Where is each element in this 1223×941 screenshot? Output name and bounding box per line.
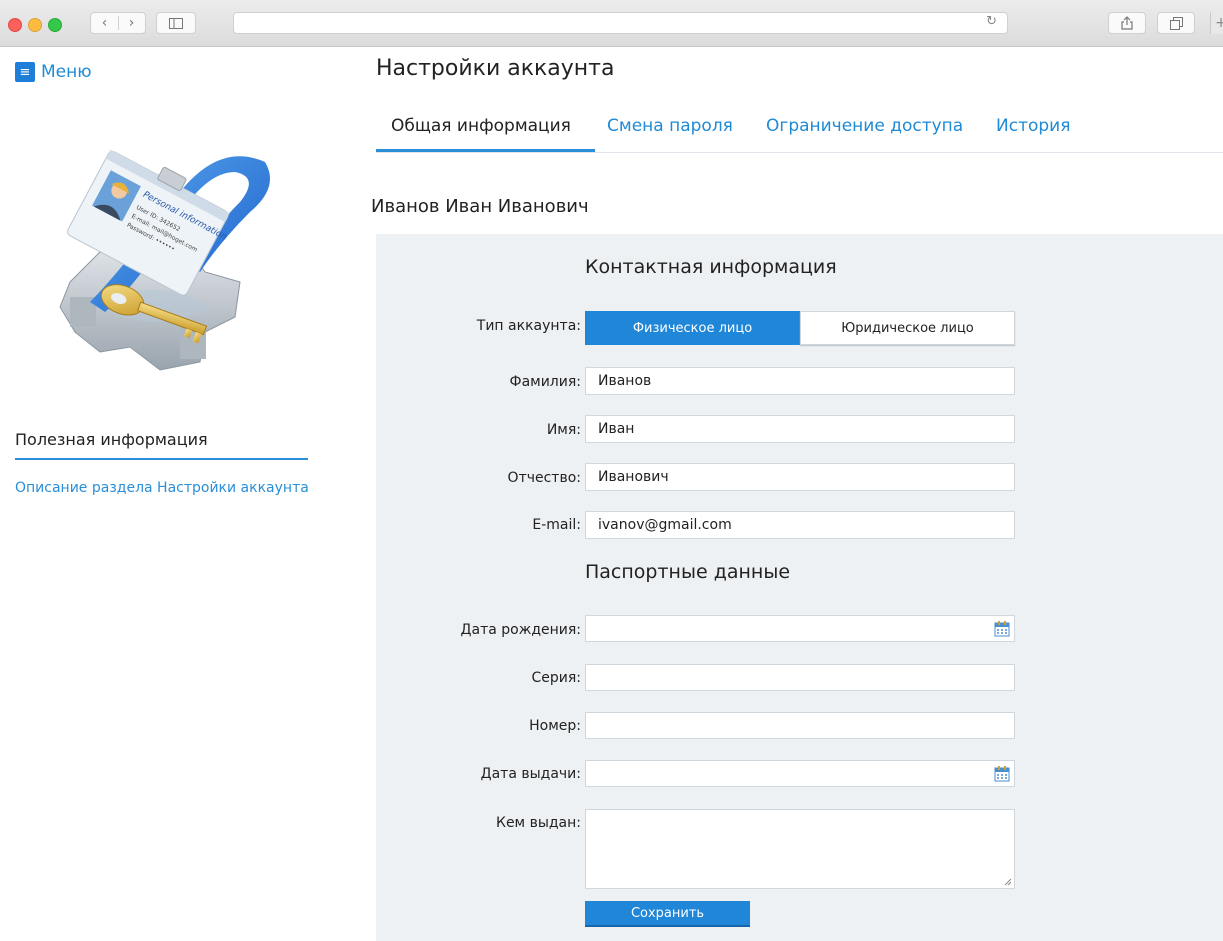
tab-access-restriction[interactable]: Ограничение доступа: [766, 116, 963, 136]
birth-date-label: Дата рождения:: [460, 622, 581, 638]
zoom-window-button[interactable]: [48, 18, 62, 32]
issued-by-label: Кем выдан:: [496, 815, 581, 831]
address-bar[interactable]: ↻: [233, 12, 1008, 34]
contact-section-title: Контактная информация: [585, 256, 837, 278]
reload-icon[interactable]: ↻: [986, 14, 997, 29]
useful-info-title: Полезная информация: [15, 430, 208, 449]
minimize-window-button[interactable]: [28, 18, 42, 32]
patronymic-label: Отчество:: [507, 470, 581, 486]
section-description-link[interactable]: Описание раздела Настройки аккаунта: [15, 480, 309, 496]
last-name-field[interactable]: Иванов: [585, 367, 1015, 395]
sidebar-toggle-button[interactable]: [156, 12, 196, 34]
issue-date-field[interactable]: [585, 760, 1015, 787]
passport-number-field[interactable]: [585, 712, 1015, 739]
history-nav: ‹ ›: [90, 12, 146, 34]
tab-general-info[interactable]: Общая информация: [391, 116, 571, 136]
account-type-legal-entity-button[interactable]: Юридическое лицо: [800, 311, 1015, 345]
email-field[interactable]: ivanov@gmail.com: [585, 511, 1015, 539]
page-title: Настройки аккаунта: [376, 56, 615, 81]
menu-label: Меню: [41, 62, 92, 82]
share-button[interactable]: [1108, 12, 1146, 34]
calendar-icon[interactable]: [994, 621, 1010, 637]
series-label: Серия:: [531, 670, 581, 686]
passport-series-field[interactable]: [585, 664, 1015, 691]
tabs-icon: [1169, 16, 1183, 30]
show-tabs-button[interactable]: [1157, 12, 1195, 34]
active-tab-indicator: [376, 149, 595, 152]
number-label: Номер:: [529, 718, 581, 734]
issued-by-textarea[interactable]: [585, 809, 1015, 889]
birth-date-field[interactable]: [585, 615, 1015, 642]
settings-tabs: Общая информация Смена пароля Ограничени…: [376, 110, 1223, 153]
close-window-button[interactable]: [8, 18, 22, 32]
account-type-individual-button[interactable]: Физическое лицо: [585, 311, 800, 345]
save-button[interactable]: Сохранить: [585, 901, 750, 927]
account-settings-illustration: Personal information User ID: 342652 E-m…: [59, 149, 270, 371]
passport-section-title: Паспортные данные: [585, 561, 791, 583]
back-arrow-icon[interactable]: ‹: [91, 15, 118, 31]
tab-history[interactable]: История: [996, 116, 1070, 136]
menu-toggle[interactable]: ≡ Меню: [15, 62, 92, 82]
useful-info-divider: [15, 458, 308, 460]
first-name-label: Имя:: [546, 422, 581, 438]
hamburger-icon: ≡: [15, 62, 35, 82]
patronymic-field[interactable]: Иванович: [585, 463, 1015, 491]
first-name-field[interactable]: Иван: [585, 415, 1015, 443]
account-type-label: Тип аккаунта:: [476, 318, 581, 334]
forward-arrow-icon[interactable]: ›: [118, 15, 145, 31]
tab-change-password[interactable]: Смена пароля: [607, 116, 733, 136]
sidebar-icon: [169, 17, 183, 29]
user-full-name: Иванов Иван Иванович: [371, 196, 589, 217]
last-name-label: Фамилия:: [509, 374, 581, 390]
new-tab-button[interactable]: +: [1210, 12, 1223, 34]
calendar-icon[interactable]: [994, 766, 1010, 782]
resize-handle-icon[interactable]: [1004, 878, 1012, 886]
issue-date-label: Дата выдачи:: [480, 766, 581, 782]
share-icon: [1121, 16, 1133, 30]
email-label: E-mail:: [532, 517, 581, 533]
browser-toolbar: ‹ › ↻ +: [0, 0, 1223, 47]
